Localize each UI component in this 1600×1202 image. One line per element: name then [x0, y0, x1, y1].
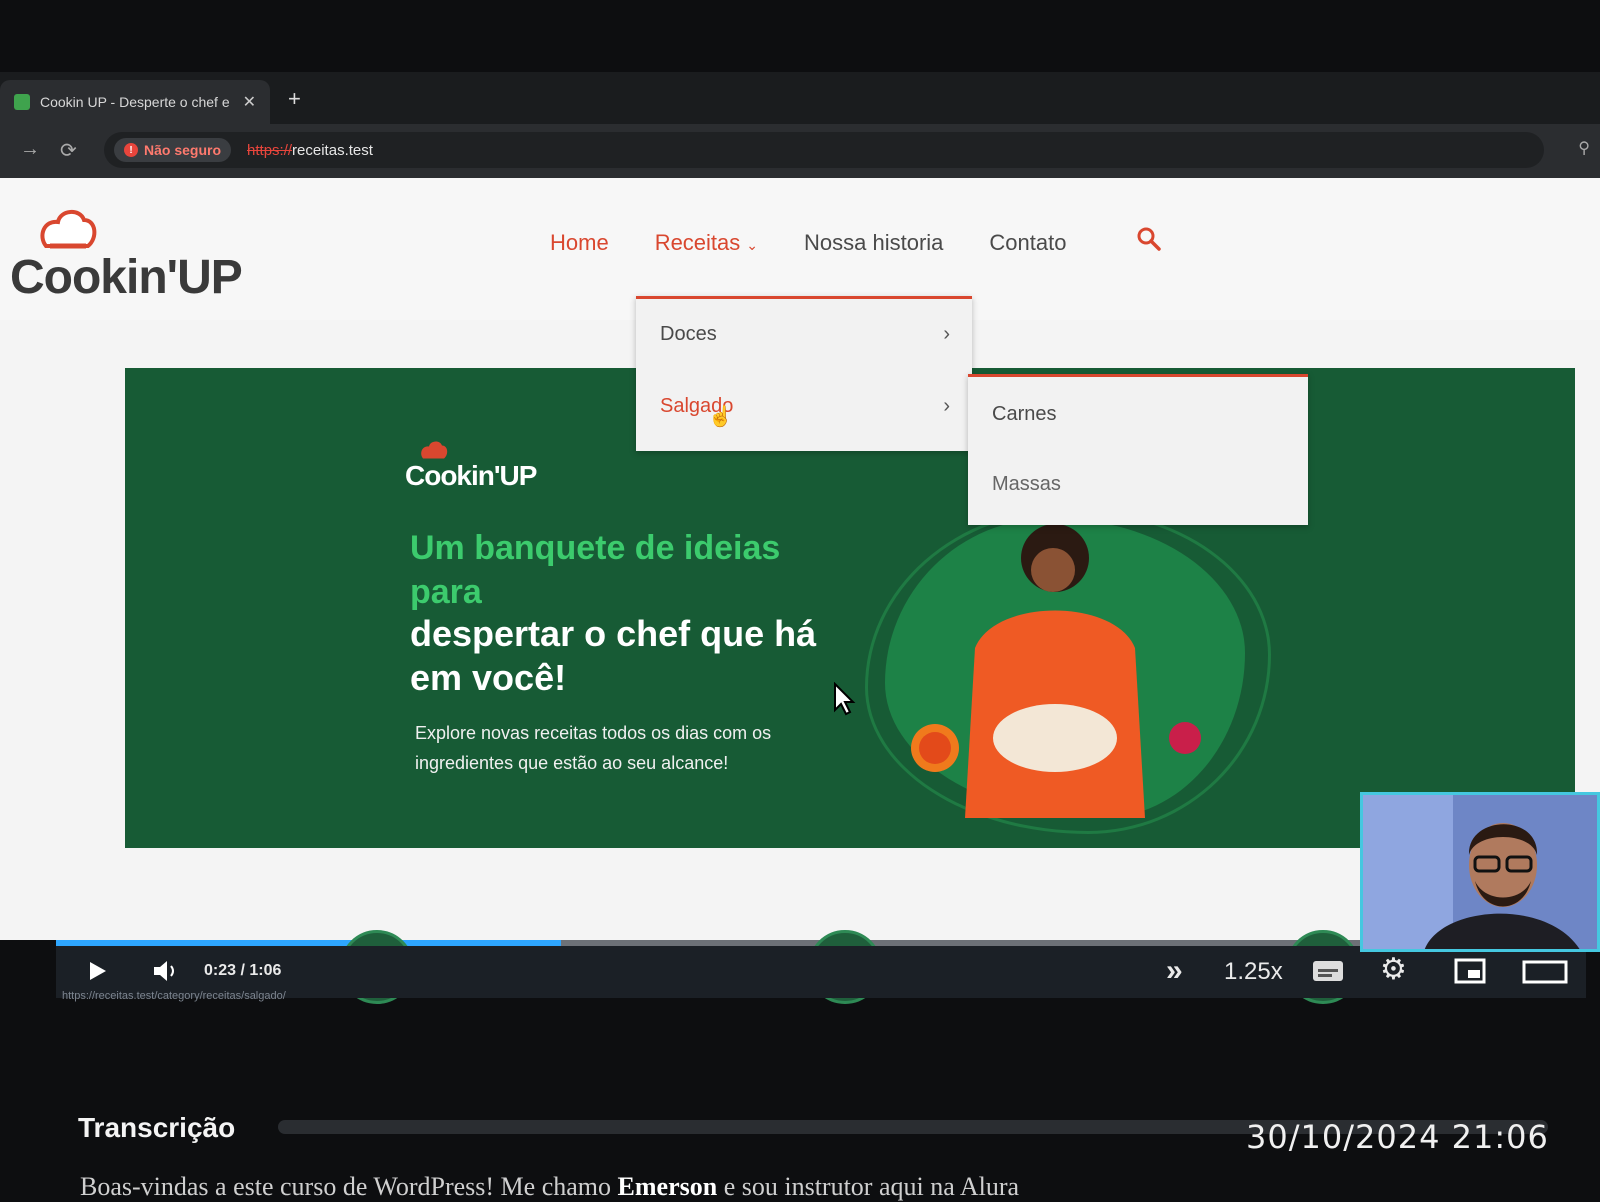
nav-contato[interactable]: Contato — [989, 230, 1066, 256]
video-time: 0:23 / 1:06 — [204, 962, 281, 980]
nav-receitas-label: Receitas — [654, 230, 741, 255]
tab-title: Cookin UP - Desperte o chef e — [40, 94, 230, 110]
hand-cursor-icon: ☝ — [708, 406, 733, 428]
photo-timestamp: 30/10/2024 21:06 — [1246, 1118, 1549, 1156]
cooking-woman-image — [911, 524, 1201, 818]
reload-icon[interactable]: ⟳ — [60, 138, 77, 163]
time-separator: / — [240, 962, 245, 979]
dropdown-item-doces[interactable]: Doces › — [660, 323, 950, 346]
back-arrow-icon[interactable]: → — [20, 138, 40, 161]
chevron-down-icon: ⌄ — [746, 237, 759, 253]
skip-forward-icon[interactable]: » — [1166, 954, 1183, 988]
captions-icon[interactable] — [1312, 960, 1344, 982]
nav-nossa-historia[interactable]: Nossa historia — [804, 230, 943, 256]
hero-headline-white: despertar o chef que há em você! — [410, 613, 817, 698]
current-time: 0:23 — [204, 962, 237, 979]
warning-icon: ! — [124, 143, 138, 157]
instructor-webcam — [1360, 792, 1600, 952]
transcript-instructor-name: Emerson — [617, 1172, 718, 1201]
receitas-dropdown: Doces › Salgado › — [636, 296, 972, 451]
chevron-right-icon: › — [943, 323, 950, 345]
chef-hat-icon — [40, 210, 97, 249]
zoom-icon[interactable]: ⚲ — [1578, 138, 1590, 158]
site-logo[interactable]: Cookin'UP — [10, 206, 250, 304]
salgado-submenu: Carnes Massas — [968, 374, 1308, 525]
submenu-item-massas[interactable]: Massas — [992, 473, 1061, 496]
play-icon[interactable] — [86, 960, 108, 982]
security-indicator[interactable]: ! Não seguro — [114, 138, 232, 162]
transcript-part: Boas-vindas a este curso de WordPress! M… — [80, 1172, 612, 1201]
transcript-part: e sou instrutor aqui na Alura — [723, 1172, 1020, 1201]
playback-speed[interactable]: 1.25x — [1224, 958, 1283, 986]
url-scheme: https:// — [247, 141, 293, 159]
volume-icon[interactable] — [152, 958, 182, 984]
hero-logo-text: Cookin'UP — [405, 460, 537, 491]
submenu-item-carnes[interactable]: Carnes — [992, 403, 1056, 426]
instructor-image — [1363, 795, 1597, 949]
url-host: receitas.test — [292, 141, 373, 159]
transcript-heading: Transcrição — [78, 1112, 236, 1143]
browser-toolbar: → ⟳ ! Não seguro https://receitas.test ⚲ — [0, 124, 1600, 178]
status-bar-url: https://receitas.test/category/receitas/… — [62, 990, 286, 1002]
nav-home[interactable]: Home — [550, 230, 609, 256]
picture-in-picture-icon[interactable] — [1454, 958, 1486, 984]
main-navigation: Home Receitas ⌄ Nossa historia Contato — [550, 230, 1066, 256]
chevron-right-icon: › — [943, 395, 950, 417]
browser-tab-bar: Cookin UP - Desperte o chef e ✕ + — [0, 72, 1600, 124]
url-text[interactable]: https://receitas.test — [247, 142, 373, 159]
security-label: Não seguro — [144, 142, 222, 158]
tab-close-icon[interactable]: ✕ — [243, 92, 256, 112]
duration: 1:06 — [249, 962, 282, 979]
logo-text: Cookin'UP — [10, 251, 243, 304]
site-favicon-icon — [14, 94, 30, 110]
browser-tab[interactable]: Cookin UP - Desperte o chef e ✕ — [0, 80, 270, 124]
dropdown-item-salgado[interactable]: Salgado › — [660, 395, 950, 418]
theater-mode-icon[interactable] — [1522, 960, 1568, 984]
transcript-text: Boas-vindas a este curso de WordPress! M… — [80, 1172, 1019, 1202]
settings-gear-icon[interactable]: ⚙ — [1380, 952, 1407, 987]
mouse-cursor-icon — [834, 682, 856, 716]
dropdown-item-label: Doces — [660, 323, 717, 345]
search-icon[interactable] — [1136, 226, 1162, 252]
address-bar[interactable]: ! Não seguro https://receitas.test — [104, 132, 1544, 168]
hero-subtext: Explore novas receitas todos os dias com… — [415, 723, 772, 773]
new-tab-button[interactable]: + — [288, 86, 301, 112]
hero-headline-green: Um banquete de ideias para — [410, 529, 781, 611]
nav-receitas[interactable]: Receitas ⌄ — [655, 230, 758, 256]
